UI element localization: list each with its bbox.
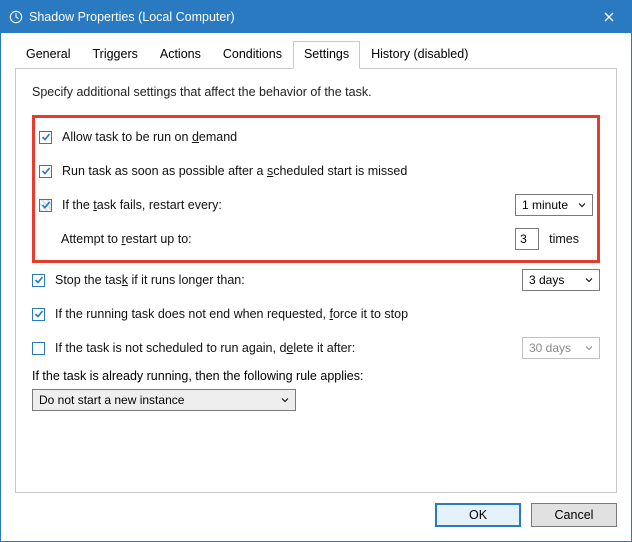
settings-description: Specify additional settings that affect … [32, 85, 600, 99]
checkbox-force-stop[interactable] [32, 308, 45, 321]
tab-general[interactable]: General [15, 41, 81, 68]
option-if-fails: If the task fails, restart every: 1 minu… [39, 192, 593, 218]
option-attempt-restart: Attempt to restart up to: 3 times [39, 226, 593, 252]
client-area: General Triggers Actions Conditions Sett… [1, 33, 631, 541]
tab-actions[interactable]: Actions [149, 41, 212, 68]
select-rule-value: Do not start a new instance [39, 393, 184, 407]
select-rule[interactable]: Do not start a new instance [32, 389, 296, 411]
tab-strip: General Triggers Actions Conditions Sett… [15, 41, 617, 69]
label-rule-applies: If the task is already running, then the… [32, 369, 600, 383]
ok-button[interactable]: OK [435, 503, 521, 527]
option-delete-after: If the task is not scheduled to run agai… [32, 335, 600, 361]
tab-history[interactable]: History (disabled) [360, 41, 479, 68]
window-title: Shadow Properties (Local Computer) [29, 10, 586, 24]
checkbox-if-fails[interactable] [39, 199, 52, 212]
tab-settings[interactable]: Settings [293, 41, 360, 69]
close-button[interactable] [586, 1, 631, 33]
tab-conditions[interactable]: Conditions [212, 41, 293, 68]
button-bar: OK Cancel [15, 493, 617, 527]
chevron-down-icon [281, 393, 289, 407]
chevron-down-icon [585, 341, 593, 355]
input-attempt-count[interactable]: 3 [515, 228, 539, 250]
select-delete-after: 30 days [522, 337, 600, 359]
label-attempt-restart: Attempt to restart up to: [61, 232, 192, 246]
chevron-down-icon [578, 198, 586, 212]
checkbox-stop-longer[interactable] [32, 274, 45, 287]
clock-icon [9, 10, 23, 24]
tab-triggers[interactable]: Triggers [81, 41, 148, 68]
close-icon [604, 12, 614, 22]
label-stop-longer: Stop the task if it runs longer than: [55, 273, 245, 287]
label-delete-after: If the task is not scheduled to run agai… [55, 341, 355, 355]
option-stop-longer: Stop the task if it runs longer than: 3 … [32, 267, 600, 293]
checkbox-allow-on-demand[interactable] [39, 131, 52, 144]
select-restart-interval[interactable]: 1 minute [515, 194, 593, 216]
titlebar[interactable]: Shadow Properties (Local Computer) [1, 1, 631, 33]
option-force-stop: If the running task does not end when re… [32, 301, 600, 327]
label-force-stop: If the running task does not end when re… [55, 307, 408, 321]
label-run-asap: Run task as soon as possible after a sch… [62, 164, 407, 178]
checkbox-delete-after[interactable] [32, 342, 45, 355]
chevron-down-icon [585, 273, 593, 287]
option-allow-on-demand: Allow task to be run on demand [39, 124, 593, 150]
select-stop-longer[interactable]: 3 days [522, 269, 600, 291]
label-if-fails: If the task fails, restart every: [62, 198, 222, 212]
select-restart-interval-value: 1 minute [522, 198, 568, 212]
label-allow-on-demand: Allow task to be run on demand [62, 130, 237, 144]
select-stop-longer-value: 3 days [529, 273, 564, 287]
cancel-button[interactable]: Cancel [531, 503, 617, 527]
option-run-asap: Run task as soon as possible after a sch… [39, 158, 593, 184]
dialog-window: Shadow Properties (Local Computer) Gener… [0, 0, 632, 542]
select-delete-after-value: 30 days [529, 341, 571, 355]
checkbox-run-asap[interactable] [39, 165, 52, 178]
settings-options: Allow task to be run on demand Run task … [32, 115, 600, 484]
highlight-box: Allow task to be run on demand Run task … [32, 115, 600, 263]
label-times: times [549, 232, 579, 246]
tab-body-settings: Specify additional settings that affect … [15, 69, 617, 493]
